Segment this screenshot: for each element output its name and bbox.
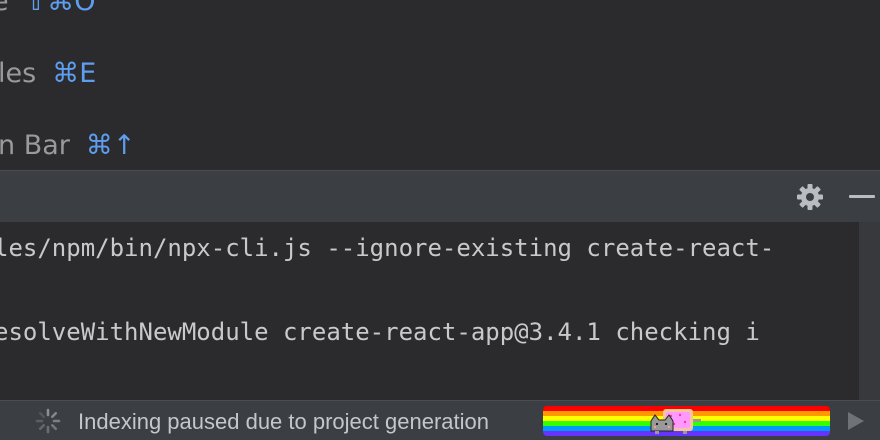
editor-area: e ⇧⌘O les ⌘E n Bar ⌘↑	[0, 0, 880, 170]
indexing-status-text[interactable]: Indexing paused due to project generatio…	[78, 409, 489, 435]
hint-label: e	[0, 0, 9, 17]
shortcut-hint-recent-files: les ⌘E	[0, 58, 96, 89]
spinner-icon	[35, 408, 61, 434]
status-bar: Indexing paused due to project generatio…	[0, 400, 880, 440]
hint-label: les	[0, 58, 37, 89]
terminal-scrollbar[interactable]	[859, 222, 880, 400]
minimize-icon[interactable]	[849, 195, 875, 198]
hint-shortcut: ⌘↑	[85, 130, 136, 161]
shortcut-hint-navigation-bar: n Bar ⌘↑	[0, 130, 136, 161]
terminal-panel-header	[0, 170, 880, 222]
nyan-cat-progress[interactable]	[543, 406, 830, 436]
shortcut-hint-recent-locations: e ⇧⌘O	[0, 0, 96, 17]
hint-label: n Bar	[0, 130, 70, 161]
terminal-output[interactable]: les/npm/bin/npx-cli.js --ignore-existing…	[0, 222, 880, 400]
gear-icon[interactable]	[795, 182, 825, 212]
play-icon[interactable]	[846, 410, 866, 432]
nyan-cat-icon	[650, 409, 701, 434]
hint-shortcut: ⌘E	[52, 58, 97, 89]
terminal-line: esolveWithNewModule create-react-app@3.4…	[0, 318, 760, 346]
hint-shortcut: ⇧⌘O	[24, 0, 96, 17]
terminal-line: les/npm/bin/npx-cli.js --ignore-existing…	[0, 234, 775, 262]
